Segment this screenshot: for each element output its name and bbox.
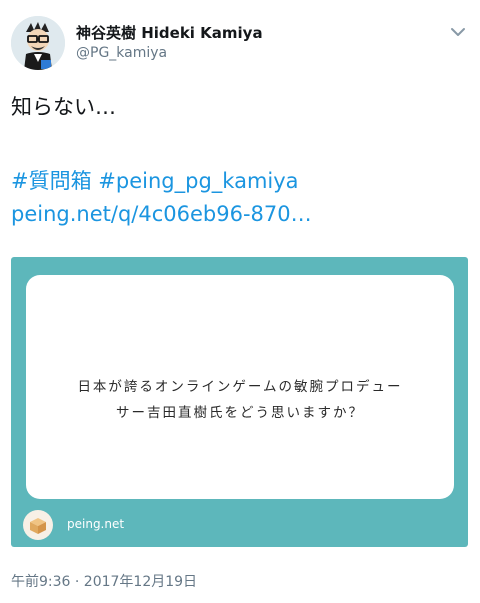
question-text: 日本が誇るオンラインゲームの敏腕プロデュー サー吉田直樹氏をどう思いますか？: [26, 374, 454, 426]
avatar[interactable]: [11, 16, 65, 70]
url-line: peing.net/q/4c06eb96-870…: [11, 202, 312, 226]
tweet-link[interactable]: peing.net/q/4c06eb96-870…: [11, 202, 312, 226]
question-line: サー吉田直樹氏をどう思いますか？: [116, 405, 364, 421]
question-line: 日本が誇るオンラインゲームの敏腕プロデュー: [77, 379, 403, 395]
hashtag-link[interactable]: #peing_pg_kamiya: [98, 169, 298, 193]
chevron-down-icon[interactable]: [448, 22, 468, 42]
tweet-text: 知らない…: [11, 95, 116, 119]
user-handle[interactable]: @PG_kamiya: [76, 45, 167, 61]
tweet-timestamp[interactable]: 午前9:36 · 2017年12月19日: [11, 571, 197, 591]
link-card[interactable]: 日本が誇るオンラインゲームの敏腕プロデュー サー吉田直樹氏をどう思いますか？ p…: [11, 257, 468, 547]
card-domain: peing.net: [67, 517, 125, 531]
hashtag-line: #質問箱 #peing_pg_kamiya: [11, 165, 299, 195]
hashtag-link[interactable]: #質問箱: [11, 169, 92, 193]
tweet-header: 神谷英樹 Hideki Kamiya @PG_kamiya: [0, 0, 480, 80]
question-card: 日本が誇るオンラインゲームの敏腕プロデュー サー吉田直樹氏をどう思いますか？: [26, 275, 454, 499]
avatar-image: [11, 16, 65, 70]
display-name[interactable]: 神谷英樹 Hideki Kamiya: [76, 22, 263, 43]
peing-box-icon: [23, 510, 53, 540]
